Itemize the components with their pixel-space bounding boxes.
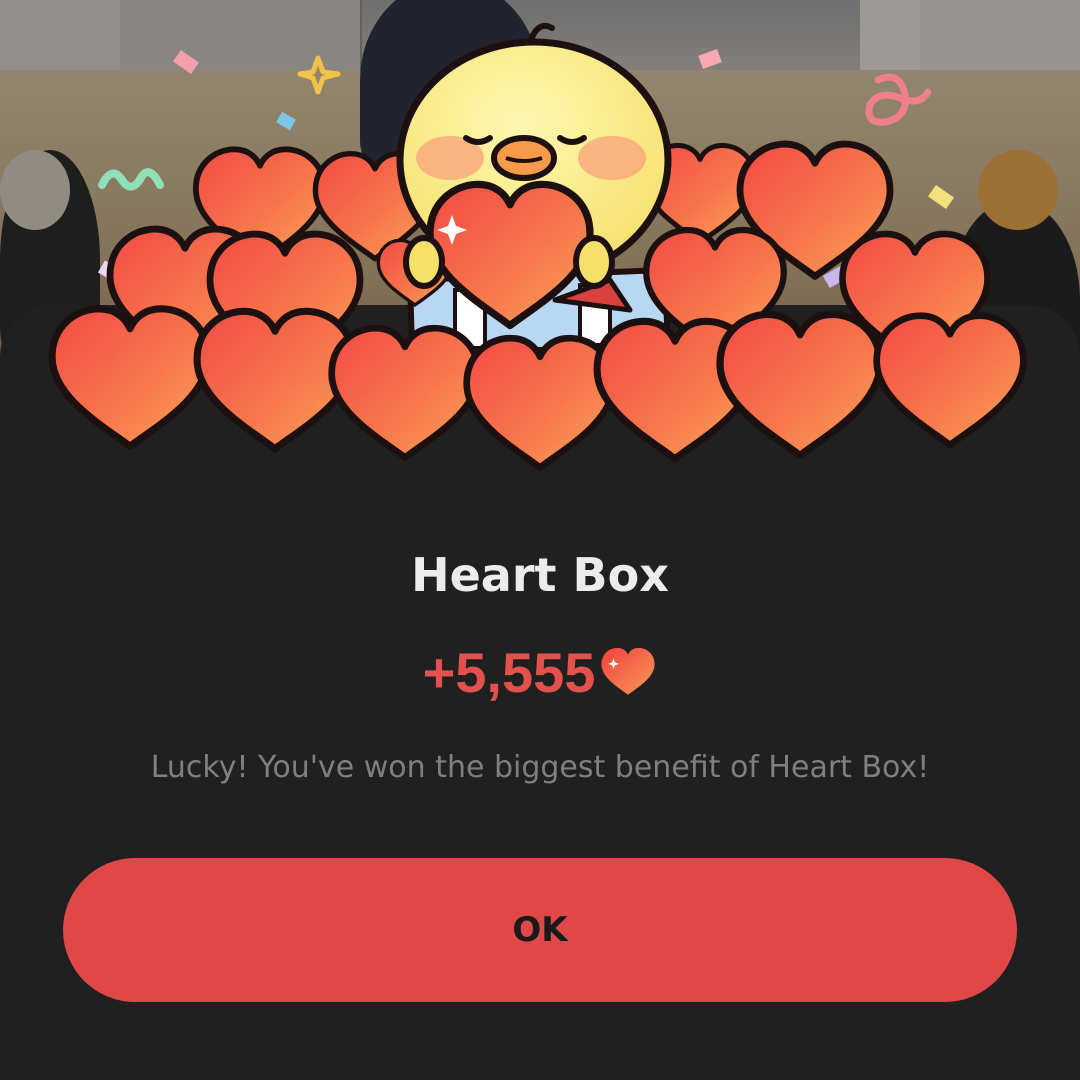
dialog-title: Heart Box	[411, 548, 669, 602]
ok-button-label: OK	[512, 910, 568, 950]
reward-amount-row: +5,555	[0, 640, 1080, 705]
ok-button[interactable]: OK	[63, 858, 1017, 1002]
heart-box-screen: Heart Box +5,555 Lucky! You've won the b…	[0, 0, 1080, 1080]
reward-amount: +5,555	[422, 641, 596, 704]
heart-pile-illustration	[0, 22, 1080, 500]
heart-icon	[601, 647, 656, 695]
dialog-message: Lucky! You've won the biggest benefit of…	[150, 750, 930, 785]
